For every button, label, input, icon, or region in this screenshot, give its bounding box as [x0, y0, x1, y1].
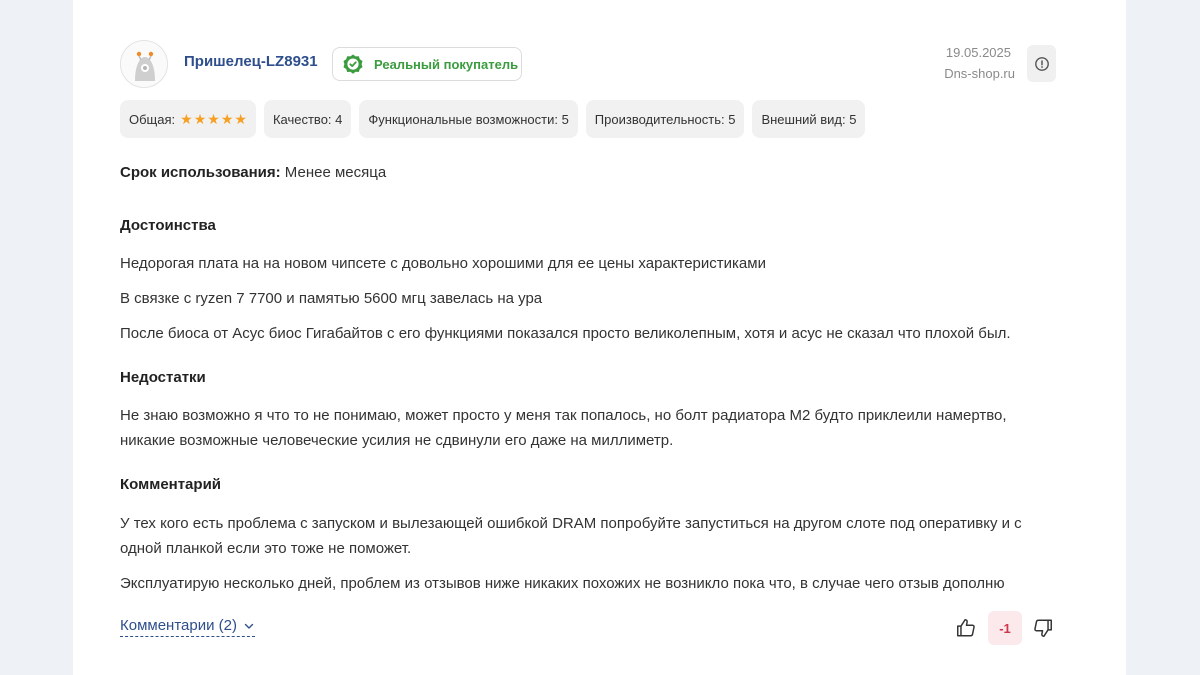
pros-line: После биоса от Асус биос Гигабайтов с ег… — [120, 325, 1011, 342]
like-button[interactable] — [953, 614, 979, 642]
star-icon: ★ — [220, 111, 234, 127]
avatar[interactable] — [120, 40, 168, 88]
star-icon: ★ — [234, 111, 247, 127]
thumbs-down-icon — [1034, 619, 1052, 637]
star-icon: ★ — [193, 111, 207, 127]
comment-title: Комментарий — [120, 476, 222, 493]
rating-features-chip: Функциональные возможности: 5 — [359, 100, 578, 138]
star-icon: ★ — [180, 111, 193, 127]
ratings-row: Общая: ★ ★ ★ ★ ★ Качество: 4 Функциональ… — [120, 100, 866, 138]
usage-label: Срок использования: — [120, 164, 281, 181]
vote-score: -1 — [988, 611, 1022, 645]
pros-line: В связке с ryzen 7 7700 и памятью 5600 м… — [120, 290, 543, 307]
verified-icon — [343, 54, 363, 74]
cons-text: Не знаю возможно я что то не понимаю, мо… — [120, 407, 1007, 449]
rating-stars: ★ ★ ★ ★ ★ — [180, 112, 247, 126]
info-icon — [1034, 56, 1049, 71]
comment-text: У тех кого есть проблема с запуском и вы… — [120, 515, 1022, 557]
comments-link-label: Комментарии (2) — [120, 617, 237, 634]
comment-text: Эксплуатирую несколько дней, проблем из … — [120, 575, 1005, 592]
verified-buyer-badge: Реальный покупатель — [332, 47, 522, 81]
author-name[interactable]: Пришелец-LZ8931 — [184, 53, 318, 70]
pros-title: Достоинства — [120, 217, 216, 234]
cons-title: Недостатки — [120, 369, 206, 386]
review-date: 19.05.2025 — [945, 45, 1011, 60]
thumbs-up-icon — [957, 619, 975, 637]
rating-quality-chip: Качество: 4 — [263, 100, 352, 138]
pros-line: Недорогая плата на на новом чипсете с до… — [120, 255, 766, 272]
comments-toggle[interactable]: Комментарии (2) — [120, 617, 255, 637]
review-source: Dns-shop.ru — [944, 66, 1015, 81]
star-icon: ★ — [207, 111, 220, 127]
usage-period: Срок использования: Менее месяца — [120, 164, 386, 181]
rating-overall-label: Общая: — [129, 111, 176, 127]
chevron-down-icon — [244, 623, 254, 629]
dislike-button[interactable] — [1030, 614, 1056, 642]
rating-overall-chip: Общая: ★ ★ ★ ★ ★ — [120, 100, 256, 138]
avatar-icon — [135, 51, 155, 81]
badge-label: Реальный покупатель — [374, 56, 519, 72]
rating-performance-chip: Производительность: 5 — [585, 100, 745, 138]
info-button[interactable] — [1027, 45, 1056, 82]
usage-value: Менее месяца — [280, 164, 387, 181]
rating-appearance-chip: Внешний вид: 5 — [752, 100, 866, 138]
